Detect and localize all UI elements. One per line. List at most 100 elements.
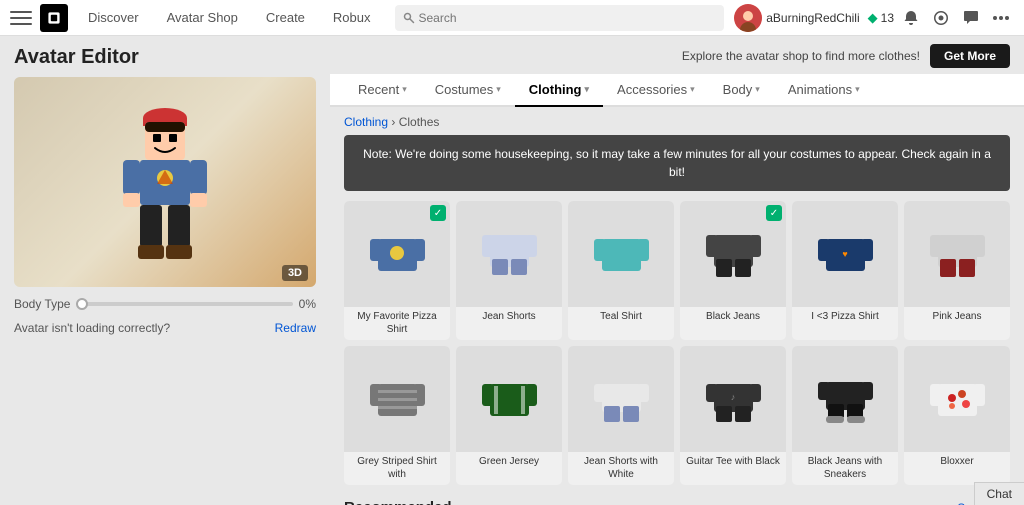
clothing-svg — [370, 372, 425, 427]
notifications-button[interactable] — [898, 5, 924, 31]
chat-icon-button[interactable] — [958, 5, 984, 31]
clothing-svg — [594, 372, 649, 427]
chat-button[interactable]: Chat — [974, 482, 1024, 505]
item-label: My Favorite Pizza Shirt — [344, 307, 450, 340]
costumes-chevron: ▾ — [496, 84, 501, 95]
breadcrumb-separator: › — [391, 115, 398, 129]
item-label: Green Jersey — [456, 452, 562, 472]
search-input[interactable] — [419, 11, 717, 25]
avatar-3d-badge: 3D — [282, 265, 308, 281]
item-image: ♪ — [680, 346, 786, 452]
item-image — [904, 346, 1010, 452]
item-card[interactable]: Grey Striped Shirt with — [344, 346, 450, 485]
item-image: ✓ — [680, 201, 786, 307]
item-image — [904, 201, 1010, 307]
svg-text:♪: ♪ — [730, 392, 735, 402]
body-type-percentage: 0% — [299, 297, 316, 311]
body-type-row: Body Type 0% — [14, 297, 316, 311]
avatar-shop-link[interactable]: Avatar Shop — [153, 0, 252, 36]
get-more-button[interactable]: Get More — [930, 44, 1010, 68]
avatar-editor-title: Avatar Editor — [14, 46, 316, 69]
create-link[interactable]: Create — [252, 0, 319, 36]
tab-animations[interactable]: Animations ▾ — [774, 74, 874, 107]
redraw-link[interactable]: Redraw — [275, 321, 316, 335]
clothing-svg — [482, 372, 537, 427]
item-label: Bloxxer — [904, 452, 1010, 472]
item-label: Guitar Tee with Black — [680, 452, 786, 472]
top-navigation: Discover Avatar Shop Create Robux aBurni… — [0, 0, 1024, 36]
tab-body[interactable]: Body ▾ — [709, 74, 774, 107]
right-panel: Explore the avatar shop to find more clo… — [330, 36, 1024, 505]
topnav-right-area: aBurningRedChili ◆ 13 — [734, 4, 1014, 32]
robux-link[interactable]: Robux — [319, 0, 385, 36]
item-label: Teal Shirt — [568, 307, 674, 327]
main-layout: Avatar Editor — [0, 36, 1024, 505]
robux-balance: ◆ 13 — [868, 10, 894, 26]
accessories-chevron: ▾ — [690, 84, 695, 95]
item-label: I <3 Pizza Shirt — [792, 307, 898, 327]
avatar-loading-text: Avatar isn't loading correctly? — [14, 321, 170, 335]
more-settings-button[interactable] — [988, 5, 1014, 31]
clothing-svg — [370, 227, 425, 282]
search-bar[interactable] — [395, 5, 725, 31]
item-card[interactable]: Green Jersey — [456, 346, 562, 485]
clothing-chevron: ▾ — [585, 84, 590, 95]
item-label: Black Jeans — [680, 307, 786, 327]
item-image — [568, 201, 674, 307]
tab-recent[interactable]: Recent ▾ — [344, 74, 421, 107]
body-type-label: Body Type — [14, 297, 70, 311]
item-image: ♥ — [792, 201, 898, 307]
clothing-svg — [594, 227, 649, 282]
tabs-bar: Recent ▾ Costumes ▾ Clothing ▾ Accessori… — [330, 74, 1024, 107]
item-card[interactable]: Pink Jeans — [904, 201, 1010, 340]
avatar-loading-row: Avatar isn't loading correctly? Redraw — [14, 321, 316, 335]
clothing-svg — [482, 227, 537, 282]
avatar-preview: 3D — [14, 77, 316, 287]
item-card[interactable]: Teal Shirt — [568, 201, 674, 340]
clothing-svg — [930, 372, 985, 427]
tab-accessories[interactable]: Accessories ▾ — [603, 74, 709, 107]
svg-text:♥: ♥ — [842, 249, 847, 259]
item-label: Pink Jeans — [904, 307, 1010, 327]
clothing-svg: ♥ — [818, 227, 873, 282]
hamburger-menu[interactable] — [10, 7, 32, 29]
item-label: Grey Striped Shirt with — [344, 452, 450, 485]
item-image — [792, 346, 898, 452]
clothing-svg — [706, 227, 761, 282]
item-card[interactable]: Black Jeans with Sneakers — [792, 346, 898, 485]
recent-chevron: ▾ — [402, 84, 407, 95]
clothing-svg: ♪ — [706, 372, 761, 427]
slider-thumb[interactable] — [76, 298, 88, 310]
avatar-thumbnail — [734, 4, 762, 32]
roblox-logo — [40, 4, 68, 32]
item-card[interactable]: Jean Shorts — [456, 201, 562, 340]
items-grid: ✓ My Favorite Pizza Shirt — [344, 201, 1010, 485]
tab-clothing[interactable]: Clothing ▾ — [515, 74, 603, 107]
promo-banner: Explore the avatar shop to find more clo… — [330, 36, 1024, 74]
item-card[interactable]: ♪ Guitar Tee with Black — [680, 346, 786, 485]
breadcrumb: Clothing › Clothes — [344, 115, 1010, 129]
avatar-figure — [105, 90, 225, 275]
item-card[interactable]: Bloxxer — [904, 346, 1010, 485]
item-image — [344, 346, 450, 452]
recommended-title: Recommended — [344, 499, 452, 505]
breadcrumb-parent[interactable]: Clothing — [344, 115, 388, 129]
robux-icon: ◆ — [868, 10, 878, 26]
discover-link[interactable]: Discover — [74, 0, 153, 36]
item-card[interactable]: ✓ Black Jeans — [680, 201, 786, 340]
item-card[interactable]: Jean Shorts with White — [568, 346, 674, 485]
item-image — [456, 346, 562, 452]
username-label: aBurningRedChili — [766, 11, 859, 25]
tab-costumes[interactable]: Costumes ▾ — [421, 74, 515, 107]
promo-text: Explore the avatar shop to find more clo… — [682, 49, 920, 63]
item-card[interactable]: ✓ My Favorite Pizza Shirt — [344, 201, 450, 340]
clothing-svg — [930, 227, 985, 282]
item-label: Black Jeans with Sneakers — [792, 452, 898, 485]
notice-box: Note: We're doing some housekeeping, so … — [344, 135, 1010, 191]
body-type-slider[interactable] — [76, 302, 292, 306]
settings-button[interactable] — [928, 5, 954, 31]
item-card[interactable]: ♥ I <3 Pizza Shirt — [792, 201, 898, 340]
item-image: ✓ — [344, 201, 450, 307]
left-panel: Avatar Editor — [0, 36, 330, 505]
item-image — [456, 201, 562, 307]
